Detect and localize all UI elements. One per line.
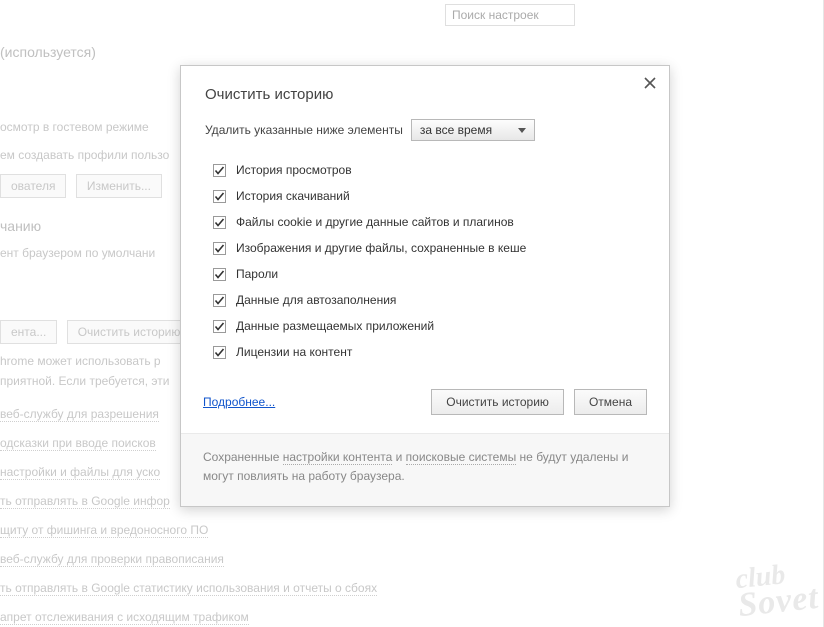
bg-link-1[interactable]: одсказки при вводе поисков [0, 436, 156, 450]
close-icon[interactable] [643, 76, 657, 90]
bg-clear-history-button[interactable]: Очистить историю [67, 320, 192, 344]
bg-link-6[interactable]: ть отправлять в Google статистику исполь… [0, 581, 377, 595]
check-item-label: Данные для автозаполнения [236, 293, 396, 307]
checkbox[interactable] [213, 164, 226, 177]
dialog-prompt-row: Удалить указанные ниже элементы за все в… [181, 117, 669, 147]
bg-text-priv2: приятной. Если требуется, эти [0, 374, 170, 388]
checkbox[interactable] [213, 294, 226, 307]
clear-history-dialog: Очистить историю Удалить указанные ниже … [180, 65, 670, 507]
bg-add-user-button[interactable]: ователя [0, 174, 66, 198]
check-item-label: Файлы cookie и другие данные сайтов и пл… [236, 215, 514, 229]
check-item-cookies: Файлы cookie и другие данные сайтов и пл… [213, 209, 645, 235]
dialog-footer: Сохраненные настройки контента и поисков… [181, 433, 669, 506]
check-item-label: Данные размещаемых приложений [236, 319, 434, 333]
clear-history-button[interactable]: Очистить историю [431, 389, 564, 415]
bg-link-3[interactable]: ть отправлять в Google инфор [0, 494, 170, 508]
bg-edit-button[interactable]: Изменить... [76, 174, 162, 198]
dialog-prompt-text: Удалить указанные ниже элементы [205, 123, 403, 137]
section-default-header: чанию [0, 218, 41, 234]
bg-text-priv1: hrome может использовать р [0, 354, 161, 368]
checkbox[interactable] [213, 242, 226, 255]
checkbox[interactable] [213, 190, 226, 203]
clear-items-list: История просмотров История скачиваний Фа… [181, 147, 669, 373]
footer-text-pre: Сохраненные [203, 450, 283, 464]
check-item-label: Пароли [236, 267, 278, 281]
bg-link-5[interactable]: веб-службу для проверки правописания [0, 552, 224, 566]
section-users-header: (используется) [0, 44, 96, 60]
footer-text-mid: и [392, 450, 405, 464]
check-item-label: История просмотров [236, 163, 352, 177]
checkbox[interactable] [213, 320, 226, 333]
check-item-label: Изображения и другие файлы, сохраненные … [236, 241, 526, 255]
dialog-actions: Подробнее... Очистить историю Отмена [181, 373, 669, 433]
cancel-button[interactable]: Отмена [574, 389, 647, 415]
check-item-download-history: История скачиваний [213, 183, 645, 209]
bg-text-profiles: ем создавать профили пользо [0, 148, 169, 162]
settings-search-input[interactable]: Поиск настроек [445, 4, 575, 26]
check-item-browsing-history: История просмотров [213, 157, 645, 183]
time-range-select[interactable]: за все время [411, 119, 535, 141]
footer-link-search-engines[interactable]: поисковые системы [406, 450, 517, 465]
checkbox[interactable] [213, 216, 226, 229]
bg-link-7[interactable]: апрет отслеживания с исходящим трафиком [0, 610, 249, 624]
checkbox[interactable] [213, 346, 226, 359]
bg-link-4[interactable]: щиту от фишинга и вредоносного ПО [0, 523, 208, 537]
dialog-title: Очистить историю [181, 66, 669, 117]
learn-more-link[interactable]: Подробнее... [203, 395, 275, 409]
bg-text-default-browser: ент браузером по умолчани [0, 246, 155, 260]
check-item-passwords: Пароли [213, 261, 645, 287]
footer-link-content-settings[interactable]: настройки контента [283, 450, 393, 465]
time-range-value: за все время [420, 123, 492, 137]
bg-buttons-row: ователя Изменить... [0, 174, 168, 198]
bg-text-guest: осмотр в гостевом режиме [0, 120, 149, 134]
bg-content-settings-button[interactable]: ента... [0, 320, 57, 344]
check-item-licenses: Лицензии на контент [213, 339, 645, 365]
checkbox[interactable] [213, 268, 226, 281]
bg-link-2[interactable]: настройки и файлы для уско [0, 465, 160, 479]
check-item-autofill: Данные для автозаполнения [213, 287, 645, 313]
check-item-label: Лицензии на контент [236, 345, 352, 359]
check-item-label: История скачиваний [236, 189, 350, 203]
check-item-cache: Изображения и другие файлы, сохраненные … [213, 235, 645, 261]
bg-link-0[interactable]: веб-службу для разрешения [0, 407, 159, 421]
chevron-down-icon [518, 128, 526, 133]
check-item-hosted-apps: Данные размещаемых приложений [213, 313, 645, 339]
bg-content-buttons: ента... Очистить историю [0, 320, 197, 344]
